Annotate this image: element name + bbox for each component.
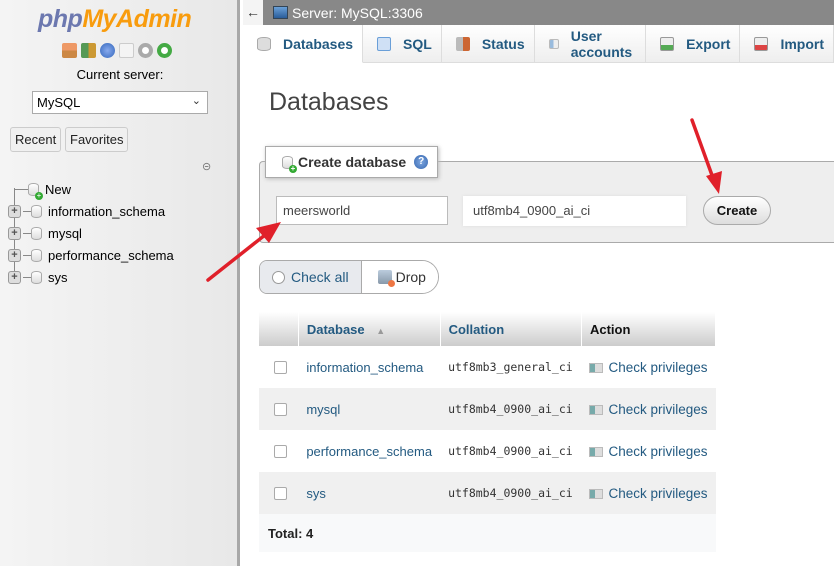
tree-item-new[interactable]: New [8, 178, 174, 200]
privileges-icon [589, 446, 604, 457]
server-icon [273, 6, 288, 19]
collation-cell: utf8mb4_0900_ai_ci [440, 472, 582, 514]
database-icon [31, 204, 42, 218]
database-name-link[interactable]: information_schema [298, 346, 441, 388]
link-icon[interactable]: ⊝ [202, 160, 211, 173]
total-label: Total: 4 [259, 514, 716, 552]
expand-icon[interactable]: + [8, 204, 21, 218]
database-column-header[interactable]: Database ▲ [298, 312, 441, 346]
row-checkbox[interactable] [274, 444, 287, 458]
database-icon [31, 226, 42, 240]
tree-item-sys[interactable]: + sys [8, 266, 174, 288]
privileges-icon [589, 488, 604, 499]
reload-icon[interactable] [157, 43, 172, 58]
table-row: information_schema utf8mb3_general_ci Ch… [259, 346, 716, 388]
export-icon [660, 37, 675, 51]
tab-status[interactable]: Status [442, 25, 535, 63]
bulk-actions-bar: Check all Drop [259, 260, 439, 294]
import-icon [754, 37, 769, 51]
database-name-link[interactable]: sys [298, 472, 441, 514]
database-tree: New +information_schema +mysql +performa… [8, 178, 174, 288]
help-icon[interactable] [100, 43, 115, 58]
back-arrow-icon[interactable]: ← [243, 0, 263, 25]
tree-item-mysql[interactable]: + mysql [8, 222, 174, 244]
collation-select[interactable]: utf8mb4_0900_ai_ci [463, 196, 686, 226]
create-database-legend: Create database ? [265, 146, 438, 178]
new-database-icon [28, 182, 43, 200]
collation-cell: utf8mb3_general_ci [440, 346, 582, 388]
help-icon[interactable]: ? [414, 155, 429, 169]
tree-item-information-schema[interactable]: + information_schema [8, 200, 174, 222]
total-row: Total: 4 [259, 514, 716, 552]
row-checkbox[interactable] [274, 486, 287, 500]
sidebar-resize-handle[interactable] [237, 0, 240, 566]
expand-icon[interactable]: + [8, 248, 21, 262]
recent-button[interactable]: Recent [10, 127, 62, 152]
action-column-header: Action [581, 312, 717, 346]
collation-cell: utf8mb4_0900_ai_ci [440, 388, 582, 430]
top-tabs: Databases SQL Status User accounts Expor… [243, 25, 834, 63]
tree-item-performance-schema[interactable]: + performance_schema [8, 244, 174, 266]
database-icon [31, 270, 42, 284]
collation-cell: utf8mb4_0900_ai_ci [440, 430, 582, 472]
status-icon [455, 37, 470, 51]
check-privileges-link[interactable]: Check privileges [581, 430, 716, 472]
select-column-header [259, 312, 299, 346]
row-checkbox[interactable] [274, 360, 287, 374]
privileges-icon [589, 362, 604, 373]
documentation-icon[interactable] [119, 43, 134, 58]
database-icon [31, 248, 42, 262]
collation-column-header[interactable]: Collation [440, 312, 582, 346]
drop-button[interactable]: Drop [361, 261, 438, 293]
tab-export[interactable]: Export [646, 25, 741, 63]
current-server-label: Current server: [76, 67, 164, 82]
privileges-icon [589, 404, 604, 415]
check-privileges-link[interactable]: Check privileges [581, 346, 716, 388]
page-title: Databases [269, 88, 389, 116]
settings-gear-icon[interactable] [138, 43, 153, 58]
check-all-toggle[interactable]: Check all [260, 261, 362, 293]
database-icon [257, 36, 271, 51]
phpmyadmin-logo[interactable]: phpMyAdmin [38, 5, 192, 34]
tab-sql[interactable]: SQL [363, 25, 442, 63]
drop-icon [377, 270, 395, 287]
check-all-checkbox[interactable] [272, 270, 285, 284]
expand-icon[interactable]: + [8, 226, 21, 240]
server-select[interactable]: MySQL ⌄ [32, 91, 208, 114]
main-content: ← Server: MySQL:3306 Databases SQL Statu… [243, 0, 834, 566]
tab-import[interactable]: Import [740, 25, 834, 63]
databases-table: Database ▲ Collation Action information_… [259, 312, 717, 552]
tab-user-accounts[interactable]: User accounts [535, 25, 647, 63]
server-breadcrumb[interactable]: Server: MySQL:3306 [292, 5, 423, 21]
user-accounts-icon [548, 39, 559, 49]
chevron-down-icon: ⌄ [191, 95, 201, 107]
tab-databases[interactable]: Databases [243, 25, 364, 63]
expand-icon[interactable]: + [8, 270, 21, 284]
new-database-icon [282, 155, 297, 173]
create-button[interactable]: Create [703, 196, 771, 225]
navigation-sidebar: phpMyAdmin Current server: MySQL ⌄ Recent… [0, 0, 240, 566]
table-row: performance_schema utf8mb4_0900_ai_ci Ch… [259, 430, 716, 472]
server-breadcrumb-bar: ← Server: MySQL:3306 [243, 0, 834, 25]
row-checkbox[interactable] [274, 402, 287, 416]
table-row: sys utf8mb4_0900_ai_ci Check privileges [259, 472, 716, 514]
home-icon[interactable] [62, 43, 77, 58]
database-name-input[interactable]: meersworld [276, 196, 448, 225]
logout-icon[interactable] [81, 43, 96, 58]
database-name-link[interactable]: mysql [298, 388, 441, 430]
nav-icons [62, 43, 172, 58]
check-privileges-link[interactable]: Check privileges [581, 472, 716, 514]
check-privileges-link[interactable]: Check privileges [581, 388, 716, 430]
database-name-link[interactable]: performance_schema [298, 430, 441, 472]
favorites-button[interactable]: Favorites [65, 127, 129, 152]
table-row: mysql utf8mb4_0900_ai_ci Check privilege… [259, 388, 716, 430]
sort-ascending-icon: ▲ [376, 325, 386, 336]
sql-icon [377, 37, 392, 51]
